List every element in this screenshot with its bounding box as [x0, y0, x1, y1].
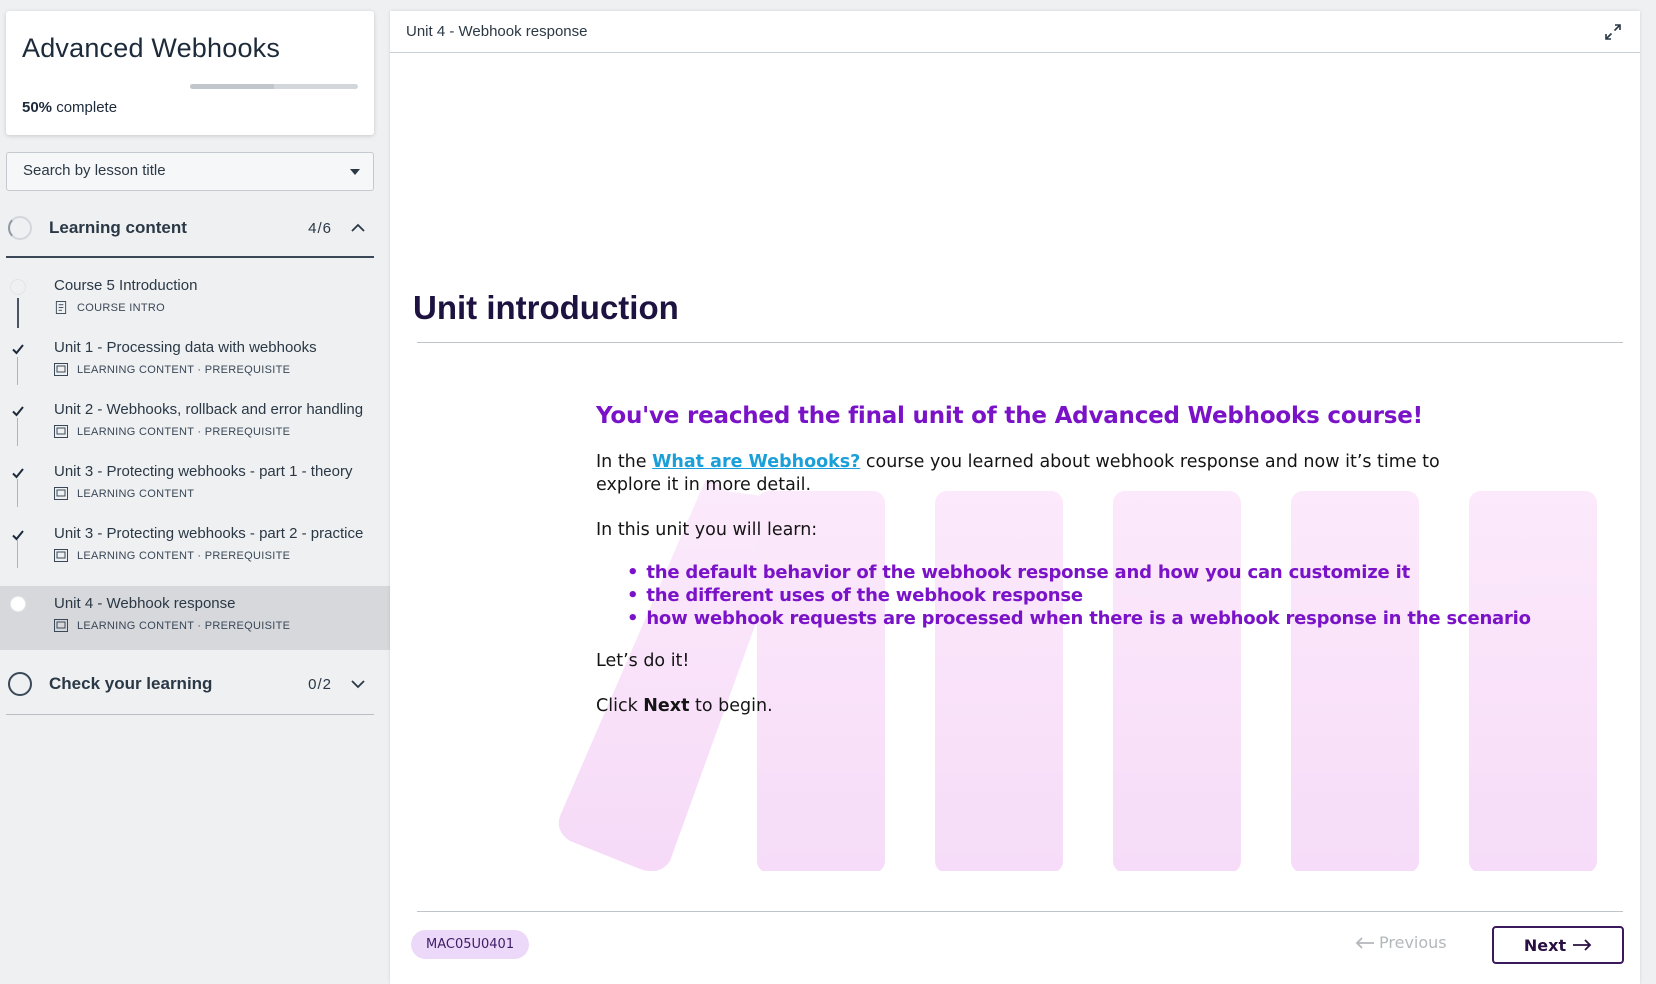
- lesson-meta-text: LEARNING CONTENT · PREREQUISITE: [77, 363, 291, 376]
- expand-fullscreen-icon[interactable]: [1604, 23, 1622, 41]
- click-next-bold: Next: [643, 696, 690, 716]
- lesson-meta: LEARNING CONTENT: [54, 487, 194, 500]
- divider: [417, 342, 1623, 343]
- slides-icon: [54, 487, 68, 500]
- lesson-meta-text: LEARNING CONTENT: [77, 487, 195, 500]
- lesson-meta: COURSE INTRO: [54, 301, 165, 314]
- section-count: 0/2: [308, 676, 332, 693]
- progress-suffix: complete: [52, 99, 118, 116]
- previous-label: Previous: [1379, 933, 1447, 952]
- lesson-title: Unit 3 - Protecting webhooks - part 1 - …: [54, 463, 353, 480]
- slides-icon: [54, 549, 68, 562]
- slides-icon: [54, 363, 68, 376]
- slide-heading: Unit introduction: [413, 289, 679, 326]
- click-prefix: Click: [596, 696, 644, 716]
- slide-body: You've reached the final unit of the Adv…: [596, 403, 1531, 740]
- list-item: how webhook requests are processed when …: [627, 607, 1531, 630]
- lesson-title: Unit 3 - Protecting webhooks - part 2 - …: [54, 525, 364, 542]
- lesson-content-panel: Unit 4 - Webhook response Unit introduct…: [390, 11, 1640, 984]
- arrow-left-icon: [1355, 936, 1374, 949]
- progress-bar: [190, 84, 358, 89]
- slide-headline: You've reached the final unit of the Adv…: [596, 403, 1423, 429]
- divider: [417, 911, 1623, 912]
- what-are-webhooks-link[interactable]: What are Webhooks?: [652, 452, 860, 472]
- previous-button[interactable]: Previous: [1355, 933, 1447, 952]
- document-icon: [55, 301, 67, 314]
- lesson-title: Unit 4 - Webhook response: [54, 595, 236, 612]
- checkmark-icon: [12, 468, 24, 479]
- course-title: Advanced Webhooks: [22, 33, 281, 63]
- next-button[interactable]: Next: [1492, 926, 1624, 964]
- lesson-title: Unit 1 - Processing data with webhooks: [54, 339, 317, 356]
- click-suffix: to begin.: [689, 696, 773, 716]
- sidebar: Advanced Webhooks 50% complete Search by…: [0, 0, 390, 984]
- lesson-meta: LEARNING CONTENT · PREREQUISITE: [54, 425, 290, 438]
- lesson-meta: LEARNING CONTENT · PREREQUISITE: [54, 549, 290, 562]
- list-item: the different uses of the webhook respon…: [627, 584, 1496, 607]
- section-title: Learning content: [49, 218, 187, 237]
- progress-text: 50% complete: [22, 99, 117, 116]
- current-lesson-dot-icon: [10, 596, 26, 612]
- section-progress-ring-icon: [8, 216, 32, 240]
- caret-down-icon: [350, 169, 360, 175]
- learn-intro-text: In this unit you will learn:: [596, 520, 818, 540]
- list-item: the default behavior of the webhook resp…: [627, 561, 1496, 584]
- section-title: Check your learning: [49, 674, 213, 693]
- course-card: Advanced Webhooks 50% complete: [6, 11, 374, 135]
- lesson-item[interactable]: Unit 3 - Protecting webhooks - part 2 - …: [0, 516, 390, 580]
- lesson-code-badge: MAC05U0401: [411, 930, 530, 959]
- not-started-circle-icon: [10, 279, 26, 295]
- search-placeholder: Search by lesson title: [23, 162, 166, 179]
- checkmark-icon: [12, 406, 24, 417]
- intro-paragraph: In the What are Webhooks? course you lea…: [596, 451, 1496, 497]
- lesson-item[interactable]: Unit 1 - Processing data with webhooks L…: [0, 330, 390, 394]
- chevron-up-icon[interactable]: [350, 220, 366, 236]
- lesson-meta-text: COURSE INTRO: [77, 301, 165, 314]
- checkmark-icon: [12, 344, 24, 355]
- chevron-down-icon[interactable]: [350, 676, 366, 692]
- slides-icon: [54, 425, 68, 438]
- lesson-meta: LEARNING CONTENT · PREREQUISITE: [54, 619, 290, 632]
- lets-do-it-text: Let’s do it!: [596, 651, 690, 671]
- lesson-item[interactable]: Unit 2 - Webhooks, rollback and error ha…: [0, 392, 390, 456]
- unit-title: Unit 4 - Webhook response: [406, 23, 588, 40]
- section-check-your-learning[interactable]: Check your learning 0/2: [6, 658, 374, 715]
- learning-objectives-list: the default behavior of the webhook resp…: [627, 561, 1531, 630]
- lesson-item[interactable]: Course 5 Introduction COURSE INTRO: [0, 268, 390, 332]
- click-next-text: Click Next to begin.: [596, 695, 1496, 718]
- content-topbar: Unit 4 - Webhook response: [390, 11, 1640, 53]
- progress-bar-fill: [190, 84, 274, 89]
- lesson-item[interactable]: Unit 3 - Protecting webhooks - part 1 - …: [0, 454, 390, 518]
- lesson-search-select[interactable]: Search by lesson title: [6, 152, 374, 191]
- arrow-right-icon: [1573, 939, 1592, 951]
- lesson-title: Course 5 Introduction: [54, 277, 198, 294]
- lesson-meta-text: LEARNING CONTENT · PREREQUISITE: [77, 425, 291, 438]
- lesson-meta-text: LEARNING CONTENT · PREREQUISITE: [77, 619, 291, 632]
- progress-percent: 50%: [22, 99, 53, 116]
- lesson-meta: LEARNING CONTENT · PREREQUISITE: [54, 363, 290, 376]
- lesson-meta-text: LEARNING CONTENT · PREREQUISITE: [77, 549, 291, 562]
- section-count: 4/6: [308, 220, 332, 237]
- section-learning-content[interactable]: Learning content 4/6: [6, 200, 374, 258]
- next-label: Next: [1523, 935, 1567, 955]
- lesson-item-active[interactable]: Unit 4 - Webhook response LEARNING CONTE…: [0, 586, 390, 650]
- lesson-title: Unit 2 - Webhooks, rollback and error ha…: [54, 401, 364, 418]
- section-progress-ring-icon: [8, 672, 32, 696]
- checkmark-icon: [12, 530, 24, 541]
- slides-icon: [54, 619, 68, 632]
- intro-text-start: In the: [596, 452, 653, 472]
